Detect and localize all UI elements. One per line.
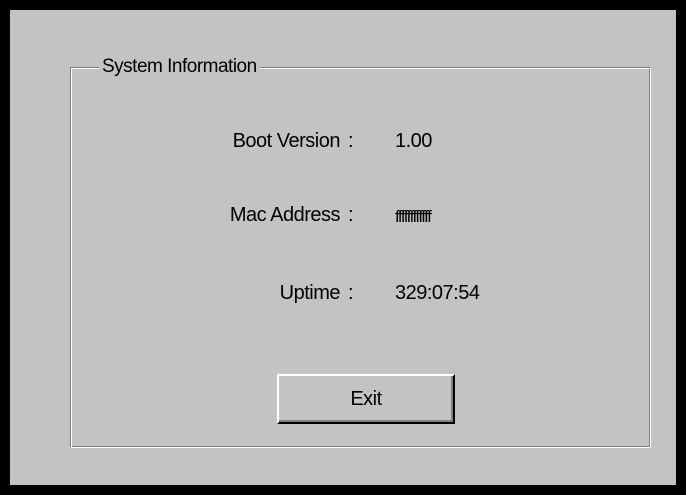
boot-version-value: 1.00 (395, 130, 432, 152)
boot-version-row: Boot Version : 1.00 (71, 130, 650, 160)
exit-button[interactable]: Exit (277, 374, 455, 424)
boot-version-separator: : (348, 130, 354, 152)
uptime-label: Uptime (279, 282, 341, 304)
system-information-group: System Information Boot Version : 1.00 M… (70, 55, 651, 448)
uptime-separator: : (348, 282, 354, 304)
uptime-value: 329:07:54 (395, 282, 480, 304)
boot-version-label: Boot Version (232, 130, 341, 152)
dialog-client-area: System Information Boot Version : 1.00 M… (10, 10, 676, 485)
mac-address-row: Mac Address : ffffffffffff (71, 204, 650, 234)
mac-address-value: ffffffffffff (395, 207, 432, 226)
group-title: System Information (99, 55, 260, 79)
uptime-row: Uptime : 329:07:54 (71, 282, 650, 312)
dialog-frame: System Information Boot Version : 1.00 M… (0, 0, 686, 495)
mac-address-separator: : (348, 204, 354, 226)
mac-address-label: Mac Address (229, 204, 341, 226)
